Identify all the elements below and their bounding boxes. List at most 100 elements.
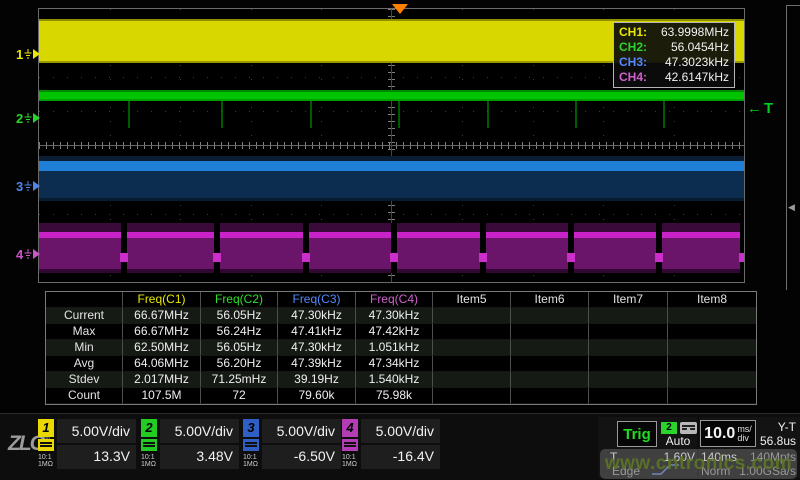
- table-col-header: Item5: [433, 292, 511, 308]
- volts-per-div[interactable]: 5.00V/div: [262, 419, 341, 445]
- table-cell: 47.30kHz: [356, 308, 433, 324]
- ch4-gap-pulse: [655, 253, 663, 262]
- ch4-burst-gap: [480, 223, 486, 273]
- ch3-freq-value: 47.3023kHz: [665, 55, 729, 70]
- trigger-source-badge[interactable]: 2: [661, 422, 677, 434]
- channel-offset-value[interactable]: -16.4V: [361, 445, 440, 468]
- ch4-burst-gap: [740, 223, 745, 273]
- ch1-offset-marker[interactable]: 1: [16, 47, 40, 61]
- ch2-offset-marker[interactable]: 2: [16, 111, 40, 125]
- timebase-setting[interactable]: 10.0 ms/div: [700, 420, 756, 447]
- table-cell: [433, 356, 511, 372]
- ch4-waveform: [39, 223, 744, 273]
- probe-settings: 10:11MΩ: [38, 454, 55, 468]
- table-cell: 47.42kHz: [356, 324, 433, 340]
- table-cell: [433, 308, 511, 324]
- table-row-label: Current: [46, 308, 123, 324]
- channel-offset-value[interactable]: 3.48V: [160, 445, 239, 468]
- table-row-label: Stdev: [46, 372, 123, 388]
- table-cell: 107.5M: [123, 388, 201, 404]
- ch4-freq-value: 42.6147kHz: [665, 70, 729, 85]
- ch2-freq-value: 56.0454Hz: [671, 40, 729, 55]
- channel4-controls[interactable]: 4 10:11MΩ5.00V/div-16.4V: [342, 419, 440, 472]
- table-cell: 75.98k: [356, 388, 433, 404]
- volts-per-div[interactable]: 5.00V/div: [57, 419, 136, 445]
- ch2-freq-label: CH2:: [619, 40, 647, 55]
- ground-icon: [24, 113, 32, 123]
- table-cell: [511, 356, 589, 372]
- probe-settings: 10:11MΩ: [141, 454, 158, 468]
- table-cell: 66.67MHz: [123, 324, 201, 340]
- ch2-waveform: [39, 90, 744, 101]
- table-cell: [589, 388, 668, 404]
- ground-icon: [24, 181, 32, 191]
- ground-icon: [24, 249, 32, 259]
- table-cell: 47.41kHz: [278, 324, 356, 340]
- channel-badge[interactable]: 4: [342, 419, 358, 437]
- table-row-label: Count: [46, 388, 123, 404]
- table-cell: [589, 308, 668, 324]
- table-cell: 62.50MHz: [123, 340, 201, 356]
- trigger-level-marker[interactable]: ←T: [747, 100, 775, 117]
- watermark: www.cntronics.com: [600, 449, 797, 479]
- channel-badge[interactable]: 3: [243, 419, 259, 437]
- table-cell: 72: [201, 388, 278, 404]
- table-cell: 79.60k: [278, 388, 356, 404]
- ch4-burst-gap: [121, 223, 127, 273]
- channel-badge[interactable]: 1: [38, 419, 54, 437]
- ch3-offset-marker[interactable]: 3: [16, 179, 40, 193]
- table-cell: 47.30kHz: [278, 308, 356, 324]
- trigger-coupling-icon[interactable]: [680, 422, 697, 434]
- table-cell: [511, 324, 589, 340]
- trigger-position-marker[interactable]: [392, 4, 408, 14]
- table-cell: [668, 308, 756, 324]
- ch2-spike: [128, 101, 130, 128]
- ch4-offset-marker[interactable]: 4: [16, 247, 40, 261]
- table-cell: [668, 356, 756, 372]
- dc-coupling-icon: [342, 439, 358, 451]
- channel-offset-value[interactable]: 13.3V: [57, 445, 136, 468]
- channel2-controls[interactable]: 2 10:11MΩ5.00V/div3.48V: [141, 419, 239, 472]
- dc-coupling-icon: [243, 439, 259, 451]
- ch2-spike: [487, 101, 489, 128]
- ch2-spike: [663, 101, 665, 128]
- ch4-gap-pulse: [120, 253, 128, 262]
- table-cell: 56.05Hz: [201, 340, 278, 356]
- channel-offset-value[interactable]: -6.50V: [262, 445, 341, 468]
- ch4-freq-label: CH4:: [619, 70, 647, 85]
- table-col-header: Freq(C2): [201, 292, 278, 308]
- volts-per-div[interactable]: 5.00V/div: [361, 419, 440, 445]
- display-mode[interactable]: Y-T 56.8us: [754, 420, 796, 448]
- ch4-gap-pulse: [302, 253, 310, 262]
- ch2-spike: [398, 101, 400, 128]
- table-corner: [46, 292, 123, 308]
- channel-badge[interactable]: 2: [141, 419, 157, 437]
- marker-arrow-icon: [33, 181, 40, 191]
- timebase-value: 10.0: [704, 425, 735, 443]
- trig-button[interactable]: Trig: [617, 421, 657, 447]
- table-cell: 47.39kHz: [278, 356, 356, 372]
- ch4-gap-pulse: [567, 253, 575, 262]
- ch3-waveform: [39, 156, 744, 201]
- trigger-level-label: T: [764, 100, 775, 117]
- ch4-gap-pulse: [390, 253, 398, 262]
- table-col-header: Freq(C3): [278, 292, 356, 308]
- marker-arrow-icon: [33, 249, 40, 259]
- probe-settings: 10:11MΩ: [342, 454, 359, 468]
- table-cell: 47.34kHz: [356, 356, 433, 372]
- ch4-gap-pulse: [479, 253, 487, 262]
- channel3-controls[interactable]: 310:11MΩ5.00V/div-6.50V: [243, 419, 341, 472]
- table-cell: [589, 324, 668, 340]
- dc-coupling-icon: [38, 439, 54, 451]
- ch2-marker-number: 2: [16, 111, 23, 126]
- ch4-burst-gap: [391, 223, 397, 273]
- ch3-freq-label: CH3:: [619, 55, 647, 70]
- side-menu-handle[interactable]: ◀: [786, 5, 800, 290]
- volts-per-div[interactable]: 5.00V/div: [160, 419, 239, 445]
- trigger-mode[interactable]: Auto: [658, 434, 698, 448]
- ch4-burst-gap: [214, 223, 220, 273]
- table-cell: 39.19Hz: [278, 372, 356, 388]
- channel1-controls[interactable]: 1 10:11MΩ5.00V/div13.3V: [38, 419, 136, 472]
- table-row-label: Max: [46, 324, 123, 340]
- table-cell: 71.25mHz: [201, 372, 278, 388]
